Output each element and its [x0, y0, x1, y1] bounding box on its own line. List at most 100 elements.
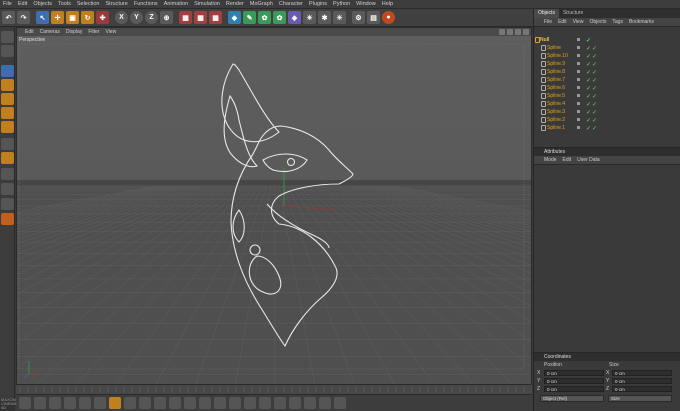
menu-tools[interactable]: Tools	[58, 1, 71, 7]
object-menu-bookmarks[interactable]: Bookmarks	[629, 19, 654, 25]
menu-edit[interactable]: Edit	[18, 1, 27, 7]
object-menu-edit[interactable]: Edit	[558, 19, 567, 25]
workplane-icon[interactable]	[1, 183, 14, 195]
move-icon[interactable]: ✛	[51, 11, 64, 24]
keyframe-selection-icon[interactable]	[139, 397, 151, 409]
visibility-dots-icon[interactable]	[577, 94, 580, 97]
visibility-dots-icon[interactable]	[577, 78, 580, 81]
menu-mograph[interactable]: MoGraph	[250, 1, 273, 7]
toggle-view-icon[interactable]	[523, 29, 529, 35]
coordinate-mode-select[interactable]: Object (Rel)	[540, 395, 604, 402]
quantize-icon[interactable]	[1, 198, 14, 210]
tab-objects[interactable]: Objects	[534, 9, 559, 18]
coordinate-system-icon[interactable]: ⊕	[160, 11, 173, 24]
position-field[interactable]: 0 cm	[544, 378, 604, 384]
redo-icon[interactable]: ↷	[17, 11, 30, 24]
tweak-mode-icon[interactable]	[1, 152, 14, 164]
menu-selection[interactable]: Selection	[77, 1, 100, 7]
go-to-start-icon[interactable]	[19, 397, 31, 409]
nurbs-icon[interactable]: ✿	[258, 11, 271, 24]
previous-frame-icon[interactable]	[49, 397, 61, 409]
light-icon[interactable]: ☀	[333, 11, 346, 24]
object-menu-tags[interactable]: Tags	[612, 19, 623, 25]
sculpt-icon[interactable]	[1, 213, 14, 225]
render-view-icon[interactable]: ▦	[179, 11, 192, 24]
list-item[interactable]: Spline.8 ✓ ✓	[534, 68, 680, 76]
edges-mode-icon[interactable]	[1, 107, 14, 119]
settings-icon[interactable]	[334, 397, 346, 409]
timeline-strip[interactable]	[16, 385, 532, 394]
timeline-icon[interactable]	[244, 397, 256, 409]
tab-structure[interactable]: Structure	[559, 9, 587, 18]
orbit-icon[interactable]	[515, 29, 521, 35]
render-picture-viewer-icon[interactable]: ▦	[194, 11, 207, 24]
menu-render[interactable]: Render	[226, 1, 244, 7]
recent-tool-icon[interactable]: ✚	[96, 11, 109, 24]
visibility-dots-icon[interactable]	[577, 102, 580, 105]
size-field[interactable]: 0 cm	[612, 370, 672, 376]
menu-help[interactable]: Help	[382, 1, 393, 7]
polygons-mode-icon[interactable]	[1, 121, 14, 133]
scale-icon[interactable]: ▣	[66, 11, 79, 24]
live-selection-icon[interactable]: ↖	[36, 11, 49, 24]
list-item[interactable]: Spline.1 ✓ ✓	[534, 124, 680, 132]
spline-pen-icon[interactable]: ✎	[243, 11, 256, 24]
zoom-icon[interactable]	[507, 29, 513, 35]
visibility-dots-icon[interactable]	[577, 118, 580, 121]
attributes-menu-user-data[interactable]: User Data	[577, 157, 600, 163]
visibility-dots-icon[interactable]	[577, 54, 580, 57]
loop-icon[interactable]	[319, 397, 331, 409]
menu-character[interactable]: Character	[279, 1, 303, 7]
attributes-menu-mode[interactable]: Mode	[544, 157, 557, 163]
menu-python[interactable]: Python	[333, 1, 350, 7]
cinema4d-icon[interactable]: ●	[382, 11, 395, 24]
render-settings-icon[interactable]: ▦	[209, 11, 222, 24]
menu-simulation[interactable]: Simulation	[194, 1, 220, 7]
list-item[interactable]: Spline.6 ✓ ✓	[534, 84, 680, 92]
rotation-key-icon[interactable]	[184, 397, 196, 409]
attributes-menu-edit[interactable]: Edit	[563, 157, 572, 163]
tag-check-icon[interactable]: ✓	[592, 125, 597, 133]
object-menu-objects[interactable]: Objects	[589, 19, 606, 25]
menu-plugins[interactable]: Plugins	[309, 1, 327, 7]
z-axis-lock-icon[interactable]: Z	[145, 11, 158, 24]
axis-mode-icon[interactable]	[1, 138, 14, 150]
menu-file[interactable]: File	[3, 1, 12, 7]
cube-icon[interactable]: ◆	[228, 11, 241, 24]
list-item[interactable]: Spline ✓ ✓	[534, 44, 680, 52]
visibility-dots-icon[interactable]	[577, 70, 580, 73]
layout-icon[interactable]: ▤	[367, 11, 380, 24]
visibility-dots-icon[interactable]	[577, 126, 580, 129]
menu-functions[interactable]: Functions	[134, 1, 158, 7]
y-axis-lock-icon[interactable]: Y	[130, 11, 143, 24]
visibility-dots-icon[interactable]	[577, 46, 580, 49]
object-mode-icon[interactable]	[1, 79, 14, 91]
visibility-dots-icon[interactable]	[577, 110, 580, 113]
point-level-icon[interactable]	[214, 397, 226, 409]
list-item[interactable]: Spline.9 ✓ ✓	[534, 60, 680, 68]
script-icon[interactable]: ⚙	[352, 11, 365, 24]
list-item[interactable]: Spline.10 ✓ ✓	[534, 52, 680, 60]
scene-icon[interactable]: ✳	[303, 11, 316, 24]
undo-icon[interactable]: ↶	[2, 11, 15, 24]
size-field[interactable]: 0 cm	[612, 386, 672, 392]
play-icon[interactable]	[64, 397, 76, 409]
viewport-menu-view[interactable]: View	[105, 29, 116, 35]
object-menu-view[interactable]: View	[573, 19, 584, 25]
layer-icon[interactable]	[289, 397, 301, 409]
motion-icon[interactable]	[259, 397, 271, 409]
list-item[interactable]: Spline.7 ✓ ✓	[534, 76, 680, 84]
position-field[interactable]: 0 cm	[544, 370, 604, 376]
autokey-icon[interactable]	[124, 397, 136, 409]
list-item[interactable]: Null ✓	[534, 36, 680, 44]
pan-icon[interactable]	[499, 29, 505, 35]
next-frame-icon[interactable]	[79, 397, 91, 409]
next-key-icon[interactable]	[94, 397, 106, 409]
array-icon[interactable]: ✿	[273, 11, 286, 24]
position-key-icon[interactable]	[154, 397, 166, 409]
x-axis-lock-icon[interactable]: X	[115, 11, 128, 24]
list-item[interactable]: Spline.5 ✓ ✓	[534, 92, 680, 100]
texture-mode-icon[interactable]	[1, 45, 14, 57]
menu-structure[interactable]: Structure	[106, 1, 128, 7]
record-icon[interactable]	[109, 397, 121, 409]
